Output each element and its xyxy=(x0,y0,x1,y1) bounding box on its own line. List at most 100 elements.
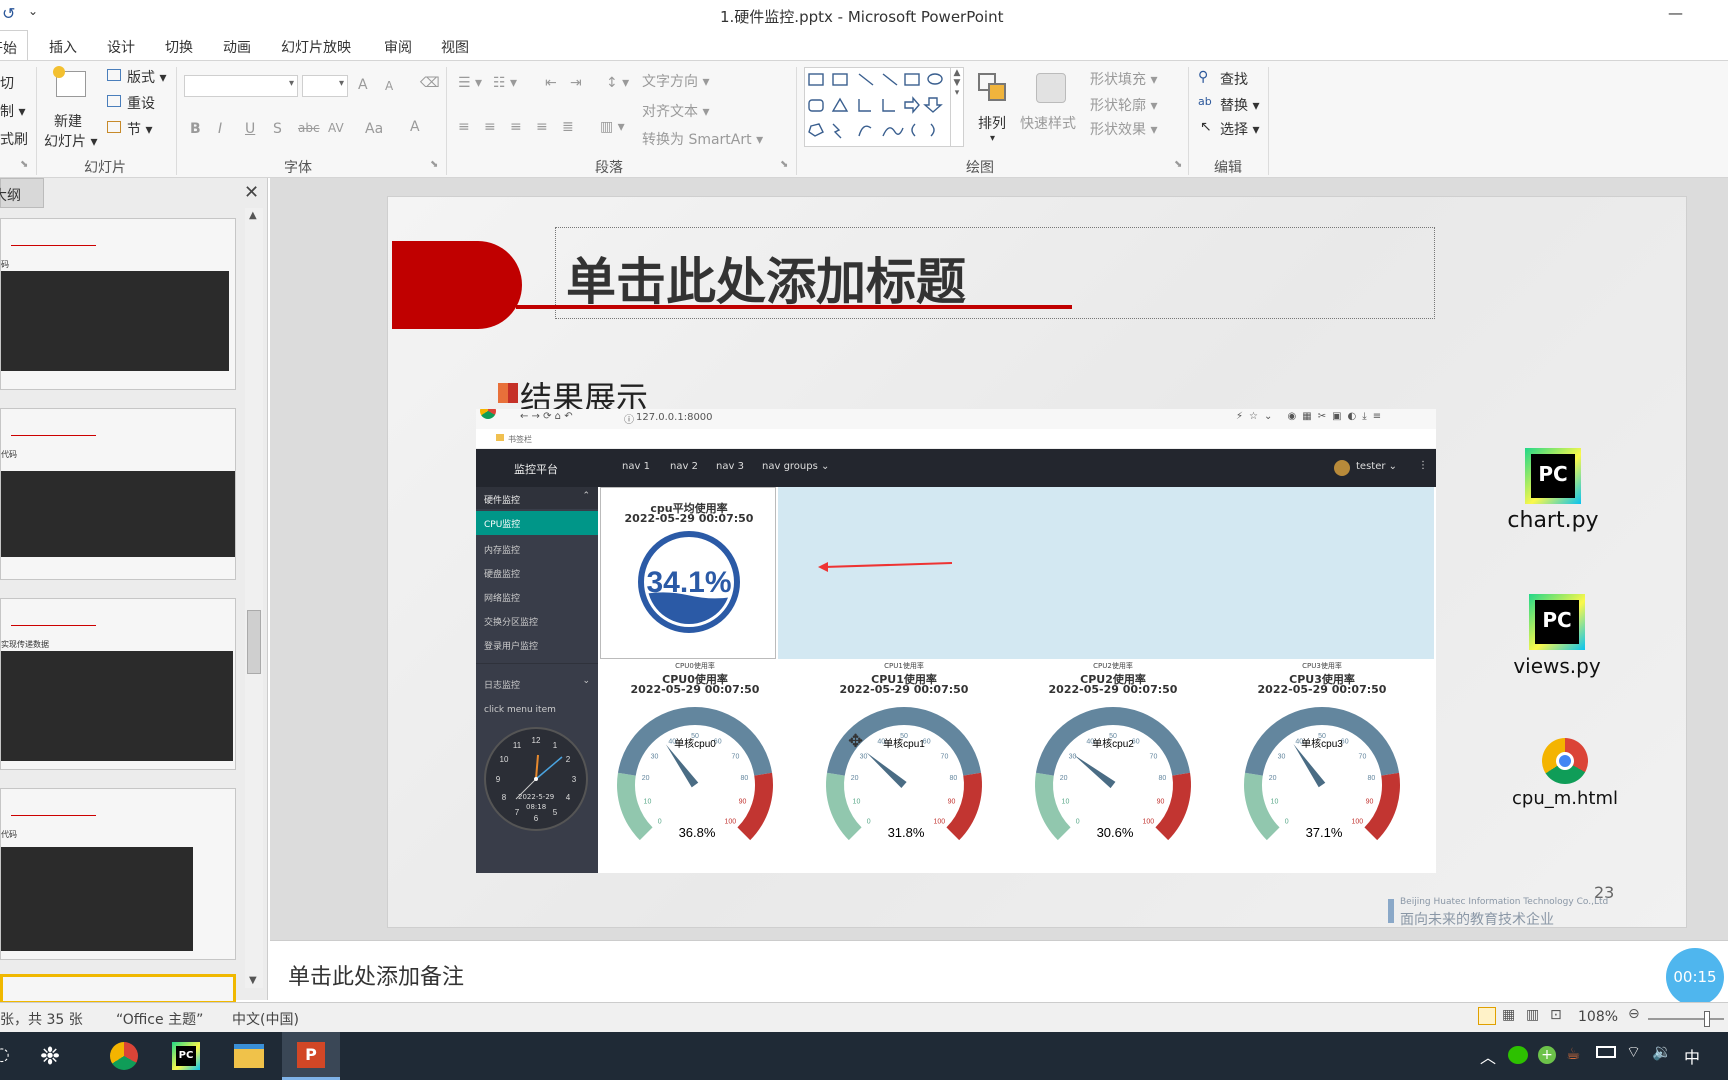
slide-thumbnail[interactable]: 代码 xyxy=(0,788,236,960)
cut-button[interactable]: 切 xyxy=(0,73,14,93)
scroll-down-arrow[interactable]: ▼ xyxy=(249,975,257,986)
thumbnail-scrollbar[interactable]: ▲ ▼ xyxy=(245,208,263,988)
language[interactable]: 中文(中国) xyxy=(232,1009,299,1029)
url-field[interactable]: 127.0.0.1:8000 xyxy=(636,412,713,423)
wifi-icon[interactable]: ⌔ xyxy=(1626,1042,1641,1062)
distribute-icon[interactable]: ≣ xyxy=(562,119,574,135)
new-slide-dropdown[interactable]: 幻灯片 ▾ xyxy=(44,131,97,151)
notes-pane[interactable]: 单击此处添加备注 xyxy=(270,940,1728,1002)
tab-insert[interactable]: 插入 xyxy=(49,37,77,57)
layout-button[interactable]: 版式 ▾ xyxy=(127,67,166,87)
find-button[interactable]: 查找 xyxy=(1220,69,1248,89)
desktop-icon-views[interactable]: PC views.py xyxy=(1502,594,1612,678)
desktop-icon-cpu-html[interactable]: cpu_m.html xyxy=(1496,738,1634,809)
select-button[interactable]: 选择 ▾ xyxy=(1220,119,1259,139)
indent-increase-icon[interactable]: ⇥ xyxy=(570,75,582,91)
align-text-button[interactable]: 对齐文本 ▾ xyxy=(642,101,709,121)
quick-styles-button[interactable]: 快速样式 xyxy=(1020,113,1076,133)
battery-icon[interactable] xyxy=(1596,1046,1616,1058)
bookmarks-label[interactable]: 书签栏 xyxy=(508,434,532,445)
sidebar-item-swap[interactable]: 交换分区监控 xyxy=(484,615,538,628)
nav-arrows-icon[interactable]: ← → ⟳ ⌂ ↶ xyxy=(520,411,573,422)
tray-plus-icon[interactable]: + xyxy=(1538,1046,1556,1064)
nav-1[interactable]: nav 1 xyxy=(622,461,650,472)
close-pane-icon[interactable]: ✕ xyxy=(244,182,259,203)
copy-button[interactable]: 制 ▾ xyxy=(0,101,25,121)
zoom-slider-thumb[interactable] xyxy=(1704,1011,1710,1027)
minimize-button[interactable]: — xyxy=(1668,4,1683,22)
tab-review[interactable]: 审阅 xyxy=(384,37,412,57)
tab-slideshow[interactable]: 幻灯片放映 xyxy=(281,37,351,57)
nav-groups[interactable]: nav groups ⌄ xyxy=(762,461,829,472)
taskbar-explorer-icon[interactable] xyxy=(234,1044,264,1068)
nav-3[interactable]: nav 3 xyxy=(716,461,744,472)
sidebar-group-logs[interactable]: 日志监控 ⌄ xyxy=(476,663,598,691)
tab-home[interactable]: 开始 xyxy=(0,30,28,60)
arrange-button[interactable]: 排列 xyxy=(978,113,1006,133)
start-icon[interactable]: ◌ xyxy=(0,1044,10,1065)
wechat-icon[interactable] xyxy=(1508,1046,1528,1064)
grow-font-button[interactable]: A xyxy=(358,77,368,93)
clipboard-launcher-icon[interactable]: ⬊ xyxy=(20,159,28,170)
ime-indicator[interactable]: 中 xyxy=(1684,1044,1700,1068)
tray-app-icon[interactable]: ☕ xyxy=(1566,1044,1580,1063)
theme-name[interactable]: “Office 主题” xyxy=(116,1009,203,1029)
shape-fill-button[interactable]: 形状填充 ▾ xyxy=(1090,69,1157,89)
tab-view[interactable]: 视图 xyxy=(441,37,469,57)
align-left-icon[interactable]: ≡ xyxy=(458,119,470,135)
browser-actions-icon[interactable]: ⚡☆⌄ ◉▦✂▣◐⤓≡ xyxy=(1236,411,1387,422)
sidebar-item-cpu[interactable]: CPU监控 xyxy=(476,511,598,535)
bullets-icon[interactable]: ☰ ▾ xyxy=(458,75,482,91)
underline-button[interactable]: U xyxy=(245,121,255,137)
slideshow-view-icon[interactable]: ⊡ xyxy=(1550,1007,1562,1023)
new-slide-icon[interactable] xyxy=(53,66,86,97)
reading-view-icon[interactable]: ▥ xyxy=(1526,1007,1539,1023)
shape-outline-button[interactable]: 形状轮廓 ▾ xyxy=(1090,95,1157,115)
scroll-up-arrow[interactable]: ▲ xyxy=(249,210,257,221)
shrink-font-button[interactable]: A xyxy=(385,79,393,93)
outline-tab[interactable]: 大纲 xyxy=(0,178,44,208)
app-pinwheel-icon[interactable]: ❉ xyxy=(40,1042,60,1070)
font-family-select[interactable]: ▾ xyxy=(184,75,298,97)
click-menu-item[interactable]: click menu item xyxy=(484,705,556,715)
format-painter-button[interactable]: 式刷 xyxy=(0,129,28,149)
zoom-slider[interactable] xyxy=(1648,1018,1724,1020)
replace-button[interactable]: 替换 ▾ xyxy=(1220,95,1259,115)
sidebar-group-hardware[interactable]: 硬件监控 ⌃ xyxy=(476,487,598,509)
sidebar-item-memory[interactable]: 内存监控 xyxy=(484,543,520,556)
strikethrough-button[interactable]: abc xyxy=(298,121,320,135)
convert-smartart-button[interactable]: 转换为 SmartArt ▾ xyxy=(642,129,763,149)
slide-thumbnail-selected[interactable] xyxy=(0,974,236,1004)
taskbar-chrome-icon[interactable] xyxy=(110,1042,138,1070)
taskbar-pycharm-icon[interactable]: PC xyxy=(172,1042,200,1070)
scroll-thumb[interactable] xyxy=(247,610,261,674)
line-spacing-icon[interactable]: ↕ ▾ xyxy=(606,75,629,91)
shape-effects-button[interactable]: 形状效果 ▾ xyxy=(1090,119,1157,139)
normal-view-icon[interactable] xyxy=(1478,1007,1496,1025)
zoom-out-button[interactable]: ⊖ xyxy=(1628,1006,1640,1022)
app-icon[interactable]: ↺ xyxy=(2,4,15,23)
slide-thumbnail[interactable]: 码 xyxy=(0,218,236,390)
section-button[interactable]: 节 ▾ xyxy=(127,119,152,139)
drawing-launcher-icon[interactable]: ⬊ xyxy=(1174,159,1182,170)
more-icon[interactable]: ⋮ xyxy=(1418,460,1428,471)
new-slide-button[interactable]: 新建 xyxy=(54,111,82,131)
align-center-icon[interactable]: ≡ xyxy=(484,119,496,135)
tab-transitions[interactable]: 切换 xyxy=(165,37,193,57)
tray-chevron-icon[interactable]: ︿ xyxy=(1480,1044,1496,1068)
zoom-level[interactable]: 108% xyxy=(1578,1009,1618,1025)
arrange-dropdown[interactable]: ▾ xyxy=(990,133,995,144)
italic-button[interactable]: I xyxy=(218,121,222,137)
quick-access-dropdown[interactable]: ⌄ xyxy=(28,4,38,18)
slide-thumbnail[interactable]: 实现传递数据 xyxy=(0,598,236,770)
font-launcher-icon[interactable]: ⬊ xyxy=(430,159,438,170)
columns-icon[interactable]: ▥ ▾ xyxy=(600,119,625,135)
desktop-icon-chart[interactable]: PC chart.py xyxy=(1498,448,1608,533)
char-spacing-button[interactable]: AV xyxy=(328,121,344,135)
font-color-button[interactable]: A xyxy=(410,119,420,135)
recording-timer[interactable]: 00:15 xyxy=(1666,948,1724,1006)
bold-button[interactable]: B xyxy=(190,121,201,137)
shadow-button[interactable]: S xyxy=(273,121,282,137)
sidebar-item-network[interactable]: 网络监控 xyxy=(484,591,520,604)
nav-2[interactable]: nav 2 xyxy=(670,461,698,472)
